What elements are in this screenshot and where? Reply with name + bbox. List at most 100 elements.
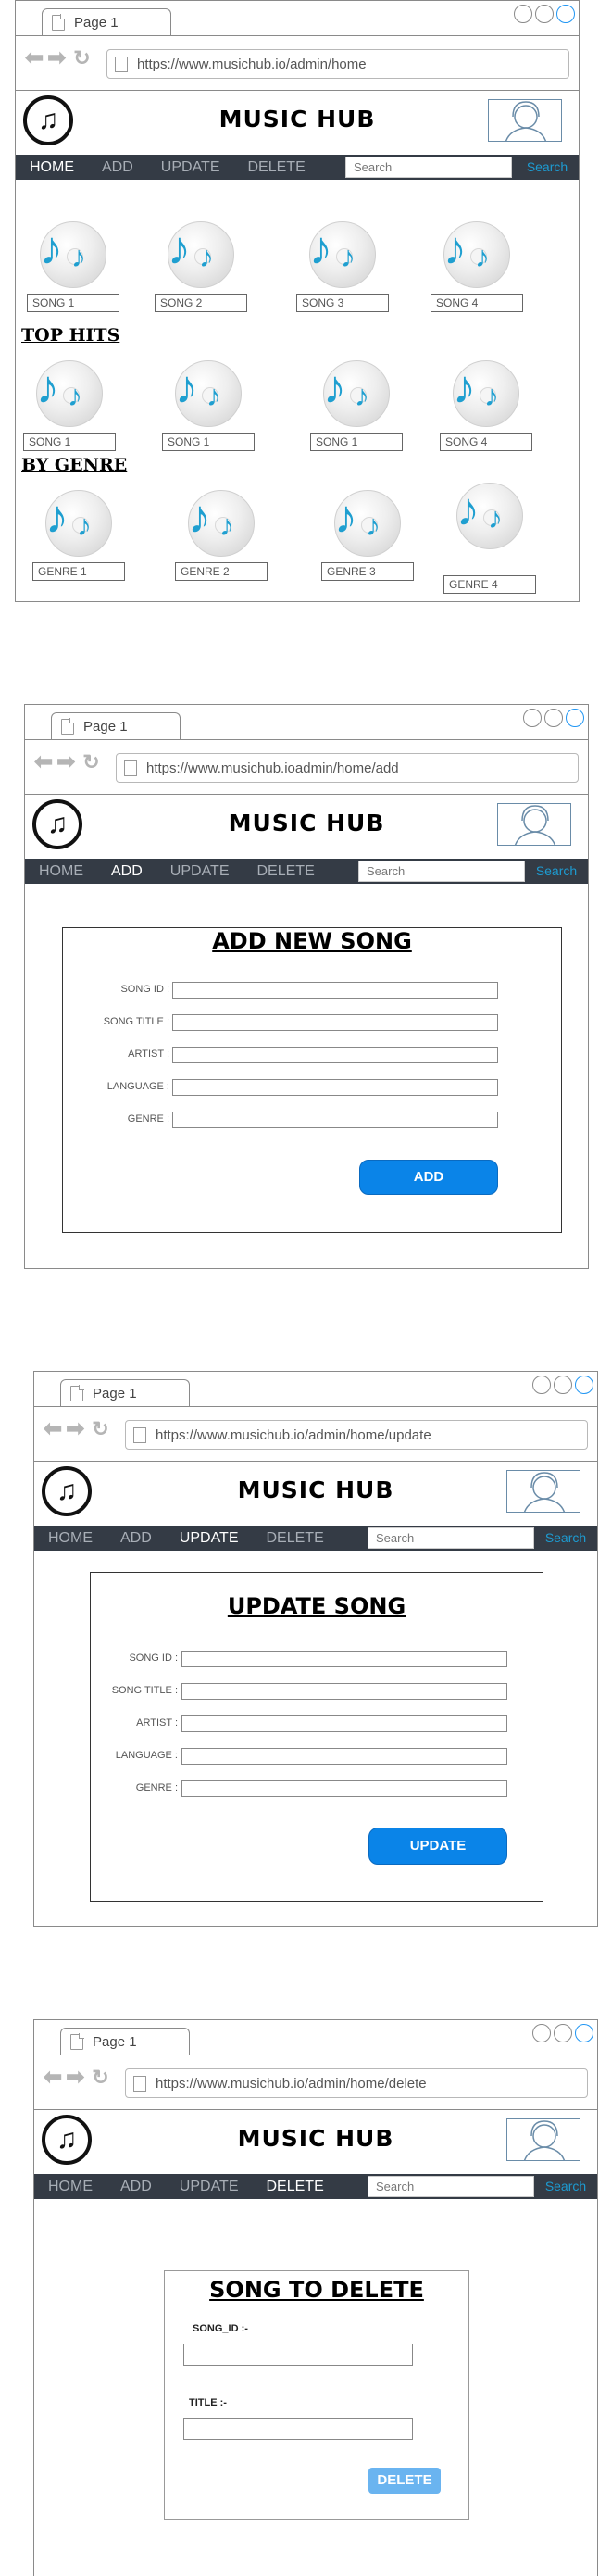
- menu-home[interactable]: HOME: [34, 1526, 106, 1551]
- url-bar[interactable]: https://www.musichub.io/admin/home/updat…: [125, 1420, 588, 1450]
- minimize-button[interactable]: [523, 709, 542, 727]
- menu-update[interactable]: UPDATE: [166, 1526, 253, 1551]
- close-button[interactable]: [575, 1376, 593, 1394]
- language-input[interactable]: [172, 1079, 498, 1096]
- forward-arrow-icon[interactable]: ➡: [66, 2067, 84, 2089]
- song-title-input[interactable]: [181, 1683, 507, 1700]
- url-bar[interactable]: https://www.musichub.ioadmin/home/add: [116, 753, 579, 783]
- forward-arrow-icon[interactable]: ➡: [56, 751, 75, 773]
- song-id-input[interactable]: [172, 982, 498, 999]
- genre-tile[interactable]: ♪ ♪ GENRE 4: [443, 483, 536, 594]
- title-input[interactable]: [183, 2418, 413, 2440]
- browser-tab[interactable]: Page 1: [42, 8, 171, 36]
- add-button[interactable]: ADD: [359, 1160, 498, 1195]
- menu-update[interactable]: UPDATE: [156, 859, 243, 884]
- song-title-input[interactable]: [172, 1014, 498, 1031]
- maximize-button[interactable]: [554, 1376, 572, 1394]
- delete-button[interactable]: DELETE: [368, 2468, 441, 2494]
- menu-home[interactable]: HOME: [25, 859, 97, 884]
- menu-home[interactable]: HOME: [16, 155, 88, 180]
- genre-tile[interactable]: ♪ ♪ GENRE 2: [175, 490, 268, 583]
- back-arrow-icon[interactable]: ⬅: [34, 751, 53, 773]
- maximize-button[interactable]: [554, 2024, 572, 2042]
- menu-delete[interactable]: DELETE: [253, 1526, 338, 1551]
- menu-delete[interactable]: DELETE: [234, 155, 319, 180]
- music-note-icon: ♪: [77, 509, 92, 542]
- song-tile[interactable]: ♪ ♪ SONG 1: [27, 221, 119, 314]
- menu-add[interactable]: ADD: [106, 1526, 166, 1551]
- artist-input[interactable]: [172, 1047, 498, 1063]
- back-arrow-icon[interactable]: ⬅: [25, 47, 44, 69]
- url-bar[interactable]: https://www.musichub.io/admin/home: [106, 49, 569, 79]
- url-text: https://www.musichub.ioadmin/home/add: [146, 760, 399, 776]
- search-input[interactable]: Search: [345, 157, 512, 178]
- field-label: SONG TITLE :: [111, 1685, 178, 1696]
- menu-delete[interactable]: DELETE: [253, 2174, 338, 2199]
- genre-tile[interactable]: ♪ ♪ GENRE 1: [32, 490, 125, 583]
- top-hit-tile[interactable]: ♪ ♪ SONG 4: [440, 360, 532, 453]
- admin-avatar[interactable]: [506, 2118, 580, 2161]
- search-button[interactable]: Search: [534, 1526, 597, 1551]
- close-button[interactable]: [566, 709, 584, 727]
- back-arrow-icon[interactable]: ⬅: [44, 1418, 62, 1440]
- song-id-input[interactable]: [181, 1651, 507, 1667]
- genre-input[interactable]: [181, 1780, 507, 1797]
- url-bar[interactable]: https://www.musichub.io/admin/home/delet…: [125, 2068, 588, 2098]
- menu-delete[interactable]: DELETE: [243, 859, 329, 884]
- admin-avatar[interactable]: [506, 1470, 580, 1513]
- menu-update[interactable]: UPDATE: [166, 2174, 253, 2199]
- search-input[interactable]: Search: [358, 861, 525, 882]
- menu-add[interactable]: ADD: [97, 859, 156, 884]
- divider: [25, 739, 588, 740]
- search-button[interactable]: Search: [525, 859, 588, 884]
- top-hit-tile[interactable]: ♪ ♪ SONG 1: [162, 360, 255, 453]
- menu-add[interactable]: ADD: [88, 155, 147, 180]
- page-icon: [70, 2033, 84, 2050]
- browser-tab[interactable]: Page 1: [51, 712, 181, 740]
- admin-avatar[interactable]: [488, 99, 562, 142]
- menu-add[interactable]: ADD: [106, 2174, 166, 2199]
- maximize-button[interactable]: [535, 5, 554, 23]
- top-hit-tile[interactable]: ♪ ♪ SONG 1: [310, 360, 403, 453]
- admin-avatar[interactable]: [497, 803, 571, 846]
- menu-home[interactable]: HOME: [34, 2174, 106, 2199]
- genre-tile[interactable]: ♪ ♪ GENRE 3: [321, 490, 414, 583]
- forward-arrow-icon[interactable]: ➡: [66, 1418, 84, 1440]
- browser-tab[interactable]: Page 1: [60, 1379, 190, 1407]
- artist-input[interactable]: [181, 1715, 507, 1732]
- reload-icon[interactable]: ↻: [92, 1419, 108, 1439]
- minimize-button[interactable]: [532, 2024, 551, 2042]
- tab-label: Page 1: [83, 719, 128, 735]
- menu-update[interactable]: UPDATE: [147, 155, 234, 180]
- reload-icon[interactable]: ↻: [82, 752, 99, 773]
- browser-tab[interactable]: Page 1: [60, 2028, 190, 2055]
- maximize-button[interactable]: [544, 709, 563, 727]
- back-arrow-icon[interactable]: ⬅: [44, 2067, 62, 2089]
- update-button[interactable]: UPDATE: [368, 1828, 507, 1865]
- field-row: SONG ID :: [91, 1651, 178, 1669]
- close-button[interactable]: [556, 5, 575, 23]
- minimize-button[interactable]: [514, 5, 532, 23]
- search-input[interactable]: Search: [368, 2176, 534, 2197]
- search-input[interactable]: Search: [368, 1527, 534, 1549]
- field-label: LANGUAGE :: [106, 1081, 169, 1092]
- search-button[interactable]: Search: [516, 155, 579, 180]
- song-id-input[interactable]: [183, 2344, 413, 2366]
- reload-icon[interactable]: ↻: [73, 48, 90, 69]
- song-tile[interactable]: ♪ ♪ SONG 4: [431, 221, 523, 314]
- song-tile[interactable]: ♪ ♪ SONG 3: [296, 221, 389, 314]
- top-hit-tile[interactable]: ♪ ♪ SONG 1: [23, 360, 116, 453]
- reload-icon[interactable]: ↻: [92, 2067, 108, 2088]
- genre-input[interactable]: [172, 1112, 498, 1128]
- search-button[interactable]: Search: [534, 2174, 597, 2199]
- genre-label: GENRE 3: [321, 562, 414, 581]
- song-tile[interactable]: ♪ ♪ SONG 2: [155, 221, 247, 314]
- nav-buttons: ⬅ ➡ ↻: [44, 1418, 109, 1440]
- language-input[interactable]: [181, 1748, 507, 1765]
- nav-buttons: ⬅ ➡ ↻: [44, 2067, 109, 2089]
- main-menu: HOME ADD UPDATE DELETE Search Search: [16, 155, 579, 180]
- forward-arrow-icon[interactable]: ➡: [47, 47, 66, 69]
- minimize-button[interactable]: [532, 1376, 551, 1394]
- music-note-icon: ♪: [40, 222, 63, 274]
- close-button[interactable]: [575, 2024, 593, 2042]
